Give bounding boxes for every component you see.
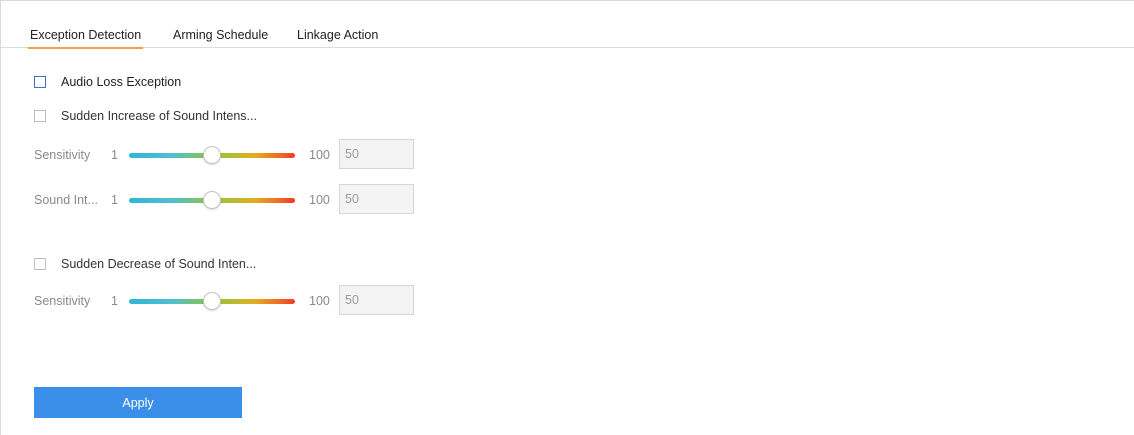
sensitivity-label: Sensitivity — [34, 294, 91, 308]
tab-exception-detection[interactable]: Exception Detection — [27, 28, 144, 49]
decrease-sensitivity-slider-thumb[interactable] — [203, 292, 221, 310]
slider-max-label: 100 — [309, 294, 330, 308]
slider-max-label: 100 — [309, 148, 330, 162]
apply-button[interactable]: Apply — [34, 387, 242, 418]
decrease-sensitivity-row: Sensitivity 1 100 — [34, 285, 424, 317]
slider-min-label: 1 — [111, 148, 118, 162]
decrease-sensitivity-value-input[interactable] — [339, 285, 414, 315]
slider-max-label: 100 — [309, 193, 330, 207]
panel-frame — [0, 0, 1134, 435]
tab-bar: Exception Detection Arming Schedule Link… — [0, 0, 1134, 49]
sudden-increase-label: Sudden Increase of Sound Intens... — [61, 109, 257, 123]
sudden-decrease-label: Sudden Decrease of Sound Inten... — [61, 257, 257, 271]
sensitivity-label: Sensitivity — [34, 148, 91, 162]
audio-loss-checkbox[interactable] — [34, 76, 46, 88]
sound-intensity-label: Sound Int... — [34, 193, 98, 207]
sound-intensity-row: Sound Int... 1 100 — [34, 184, 424, 216]
sensitivity-slider-thumb[interactable] — [203, 146, 221, 164]
sound-intensity-slider-thumb[interactable] — [203, 191, 221, 209]
sensitivity-value-input[interactable] — [339, 139, 414, 169]
increase-sensitivity-row: Sensitivity 1 100 — [34, 139, 424, 171]
tab-linkage-action[interactable]: Linkage Action — [297, 28, 378, 42]
slider-min-label: 1 — [111, 193, 118, 207]
sound-intensity-value-input[interactable] — [339, 184, 414, 214]
sudden-increase-checkbox[interactable] — [34, 110, 46, 122]
slider-min-label: 1 — [111, 294, 118, 308]
sudden-decrease-checkbox[interactable] — [34, 258, 46, 270]
audio-loss-label: Audio Loss Exception — [61, 75, 182, 89]
tab-arming-schedule[interactable]: Arming Schedule — [173, 28, 268, 42]
